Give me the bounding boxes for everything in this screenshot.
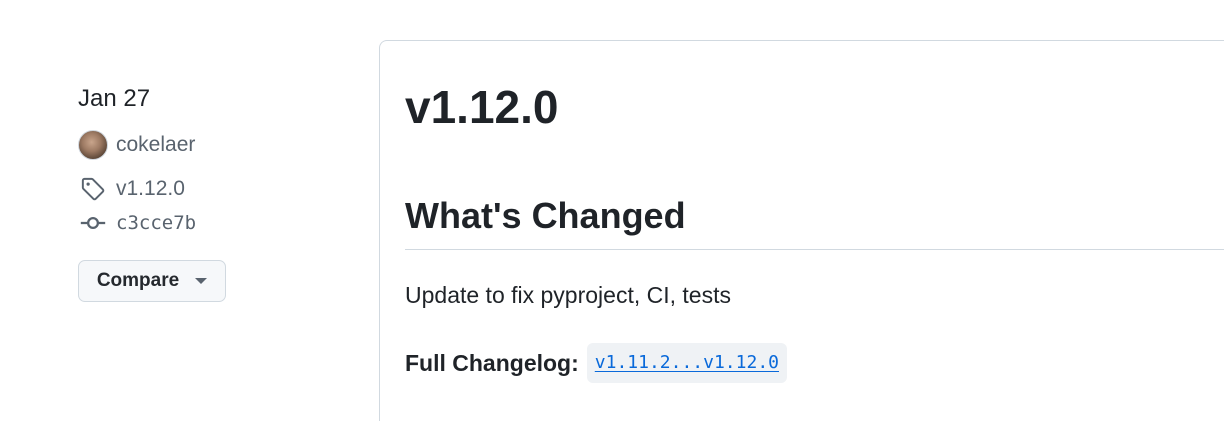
triangle-down-icon bbox=[195, 278, 208, 284]
compare-button[interactable]: Compare bbox=[78, 260, 226, 302]
release-card: v1.12.0 What's Changed Update to fix pyp… bbox=[379, 40, 1224, 421]
release-summary: Update to fix pyproject, CI, tests bbox=[405, 282, 731, 308]
section-heading: What's Changed bbox=[405, 195, 686, 236]
changelog-label: Full Changelog: bbox=[405, 350, 579, 376]
commit-sha[interactable]: c3cce7b bbox=[116, 212, 196, 234]
changelog-code: v1.11.2...v1.12.0 bbox=[586, 343, 787, 383]
git-commit-icon bbox=[78, 208, 108, 238]
avatar-wrapper bbox=[78, 130, 108, 160]
tag-row[interactable]: v1.12.0 bbox=[78, 172, 338, 206]
full-changelog: Full Changelog: v1.11.2...v1.12.0 bbox=[405, 343, 787, 383]
release-date: Jan 27 bbox=[78, 85, 151, 112]
release-title[interactable]: v1.12.0 bbox=[405, 79, 558, 135]
tag-name[interactable]: v1.12.0 bbox=[116, 177, 185, 201]
commit-row[interactable]: c3cce7b bbox=[78, 206, 338, 240]
release-page: Jan 27 cokelaer v1.12.0 c3cce7b Compare … bbox=[0, 0, 1224, 421]
avatar bbox=[78, 130, 108, 160]
release-sidebar: Jan 27 cokelaer v1.12.0 c3cce7b Compare bbox=[78, 84, 338, 302]
changelog-link[interactable]: v1.11.2...v1.12.0 bbox=[595, 352, 779, 373]
author-row[interactable]: cokelaer bbox=[78, 128, 338, 162]
tag-icon bbox=[78, 174, 108, 204]
heading-divider bbox=[405, 249, 1224, 250]
author-name[interactable]: cokelaer bbox=[116, 133, 195, 157]
compare-button-label: Compare bbox=[96, 270, 180, 291]
